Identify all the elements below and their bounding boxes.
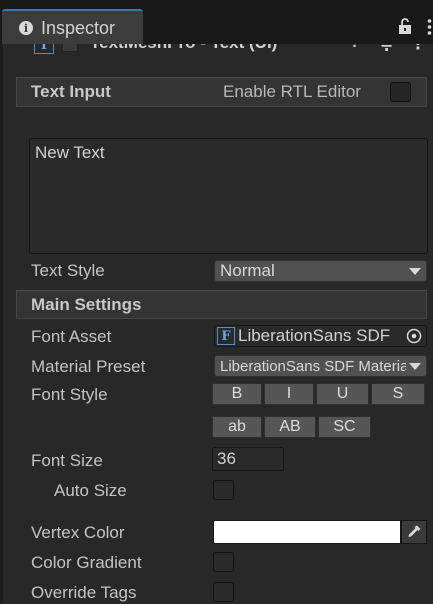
- section-title: Main Settings: [31, 294, 142, 314]
- more-options-icon[interactable]: [426, 18, 433, 36]
- font-size-label: Font Size: [31, 451, 103, 470]
- smallcaps-button[interactable]: SC: [318, 416, 371, 438]
- font-asset-label: Font Asset: [31, 327, 112, 346]
- font-size-field[interactable]: 36: [212, 447, 284, 471]
- help-icon[interactable]: ?: [350, 44, 360, 52]
- target-icon: [406, 328, 422, 344]
- underline-button[interactable]: U: [316, 383, 369, 405]
- override-tags-checkbox[interactable]: [213, 582, 234, 602]
- vertex-color-swatch[interactable]: [213, 520, 401, 544]
- font-asset-value: LiberationSans SDF: [238, 326, 391, 345]
- lock-icon[interactable]: [398, 18, 412, 34]
- text-style-dropdown[interactable]: Normal: [214, 260, 427, 282]
- bold-button[interactable]: B: [212, 383, 262, 405]
- font-style-label: Font Style: [31, 385, 108, 404]
- component-name: TextMeshPro - Text (UI): [90, 44, 277, 53]
- section-main-settings[interactable]: Main Settings: [16, 290, 427, 319]
- textmeshpro-icon: T: [34, 44, 54, 54]
- dropdown-value: Normal: [220, 261, 275, 280]
- eyedropper-icon: [408, 525, 421, 537]
- panel-border: [0, 44, 3, 604]
- material-preset-label: Material Preset: [31, 357, 146, 376]
- eyedropper-button[interactable]: [401, 520, 427, 544]
- strikethrough-button[interactable]: S: [371, 383, 425, 405]
- inspector-panel: T TextMeshPro - Text (UI) ? ≑ ⋮ Text Inp…: [0, 44, 433, 604]
- info-icon: i: [19, 21, 33, 35]
- dropdown-arrow-icon: [409, 268, 421, 275]
- italic-button[interactable]: I: [264, 383, 314, 405]
- section-title: Text Input: [31, 82, 111, 101]
- font-asset-field[interactable]: F LiberationSans SDF: [214, 325, 427, 347]
- color-gradient-label: Color Gradient: [31, 553, 142, 572]
- dropdown-arrow-icon: [409, 363, 421, 370]
- section-text-input[interactable]: Text Input Enable RTL Editor: [16, 77, 427, 107]
- component-enabled-checkbox[interactable]: [62, 44, 78, 52]
- font-asset-icon: F: [217, 327, 235, 345]
- tab-title: Inspector: [41, 17, 116, 38]
- font-style-buttons-row1: B I U S: [212, 383, 425, 405]
- color-gradient-checkbox[interactable]: [213, 552, 234, 572]
- vertex-color-label: Vertex Color: [31, 523, 125, 542]
- window-tabbar: i Inspector: [0, 0, 433, 45]
- enable-rtl-label: Enable RTL Editor: [223, 82, 361, 101]
- component-menu-icon[interactable]: ⋮: [410, 44, 426, 54]
- text-input-area[interactable]: New Text: [29, 138, 428, 254]
- text-style-label: Text Style: [31, 261, 105, 280]
- auto-size-checkbox[interactable]: [213, 480, 234, 500]
- object-picker-button[interactable]: [402, 326, 426, 346]
- tab-inspector[interactable]: i Inspector: [2, 9, 143, 45]
- auto-size-label: Auto Size: [54, 481, 127, 500]
- component-header[interactable]: T TextMeshPro - Text (UI) ? ≑ ⋮: [0, 44, 433, 56]
- material-preset-dropdown[interactable]: LiberationSans SDF Material: [214, 355, 427, 377]
- override-tags-label: Override Tags: [31, 583, 137, 602]
- font-style-buttons-row2: ab AB SC: [212, 416, 371, 438]
- enable-rtl-checkbox[interactable]: [390, 82, 411, 102]
- uppercase-button[interactable]: AB: [264, 416, 316, 438]
- dropdown-value: LiberationSans SDF Material: [220, 357, 406, 375]
- preset-icon[interactable]: ≑: [380, 44, 393, 54]
- lowercase-button[interactable]: ab: [212, 416, 262, 438]
